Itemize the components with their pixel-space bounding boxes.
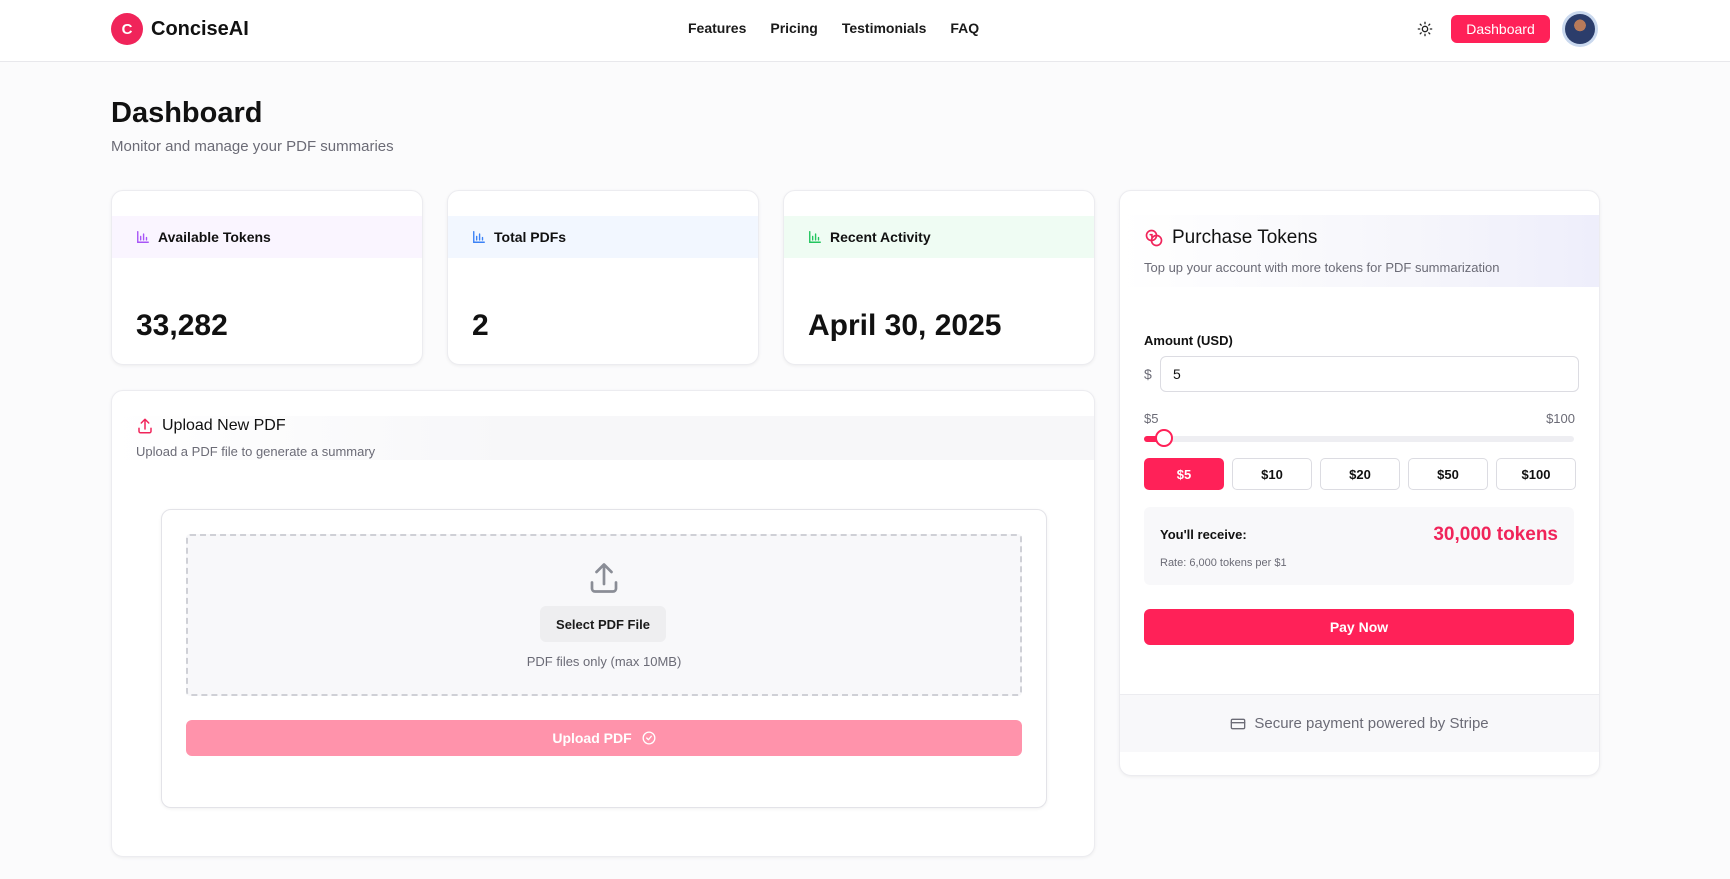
purchase-tokens-card: Purchase Tokens Top up your account with… (1119, 190, 1600, 776)
purchase-title-text: Purchase Tokens (1172, 227, 1318, 248)
coins-icon (1145, 229, 1163, 247)
payment-footer: Secure payment powered by Stripe (1120, 694, 1599, 752)
main-nav: Features Pricing Testimonials FAQ (688, 20, 979, 36)
stat-card-total-pdfs: Total PDFs 2 (447, 190, 759, 365)
preset-100-button[interactable]: $100 (1496, 458, 1576, 490)
logo[interactable]: C ConciseAI (111, 13, 249, 45)
nav-pricing[interactable]: Pricing (770, 20, 817, 36)
amount-slider-track[interactable] (1144, 436, 1574, 442)
preset-10-button[interactable]: $10 (1232, 458, 1312, 490)
page-title: Dashboard (111, 97, 263, 129)
upload-form: Select PDF File PDF files only (max 10MB… (161, 509, 1047, 808)
preset-50-button[interactable]: $50 (1408, 458, 1488, 490)
nav-testimonials[interactable]: Testimonials (842, 20, 927, 36)
amount-label: Amount (USD) (1144, 333, 1233, 348)
receive-summary: You'll receive: 30,000 tokens Rate: 6,00… (1144, 507, 1574, 585)
theme-toggle-button[interactable] (1414, 18, 1436, 40)
file-type-note: PDF files only (max 10MB) (526, 654, 682, 669)
avatar-image (1565, 14, 1595, 44)
upload-pdf-button[interactable]: Upload PDF (186, 720, 1022, 756)
stat-label: Available Tokens (158, 229, 271, 245)
stat-label: Recent Activity (830, 229, 931, 245)
stat-card-header: Available Tokens (112, 216, 422, 258)
stat-label: Total PDFs (494, 229, 567, 245)
avatar[interactable] (1562, 11, 1598, 47)
stat-card-recent-activity: Recent Activity April 30, 2025 (783, 190, 1095, 365)
stat-card-header: Total PDFs (448, 216, 758, 258)
credit-card-icon (1231, 718, 1246, 729)
range-min-label: $5 (1144, 411, 1159, 426)
page-subtitle: Monitor and manage your PDF summaries (111, 138, 394, 155)
preset-5-button[interactable]: $5 (1144, 458, 1224, 490)
nav-faq[interactable]: FAQ (950, 20, 979, 36)
amount-slider-thumb[interactable] (1155, 429, 1173, 447)
upload-icon (590, 563, 618, 593)
logo-mark: C (111, 13, 143, 45)
pdf-dropzone[interactable]: Select PDF File PDF files only (max 10MB… (186, 534, 1022, 696)
purchase-subtitle: Top up your account with more tokens for… (1144, 260, 1500, 275)
nav-features[interactable]: Features (688, 20, 746, 36)
dashboard-button[interactable]: Dashboard (1451, 15, 1550, 43)
token-rate: Rate: 6,000 tokens per $1 (1160, 557, 1287, 569)
currency-symbol: $ (1144, 366, 1152, 382)
purchase-header (1120, 215, 1599, 287)
receive-value: 30,000 tokens (1433, 524, 1558, 545)
stat-value: 2 (472, 309, 489, 342)
select-pdf-button[interactable]: Select PDF File (540, 606, 666, 642)
preset-amounts: $5 $10 $20 $50 $100 (1144, 458, 1576, 490)
range-max-label: $100 (1546, 411, 1575, 426)
preset-20-button[interactable]: $20 (1320, 458, 1400, 490)
receive-label: You'll receive: (1160, 527, 1247, 542)
bar-chart-icon (137, 231, 149, 243)
upload-icon (138, 418, 152, 434)
stat-card-available-tokens: Available Tokens 33,282 (111, 190, 423, 365)
sun-icon (1417, 21, 1433, 37)
stat-card-header: Recent Activity (784, 216, 1094, 258)
app-name: ConciseAI (151, 17, 249, 40)
stat-value: 33,282 (136, 309, 228, 342)
purchase-title: Purchase Tokens (1144, 227, 1317, 249)
pay-now-button[interactable]: Pay Now (1144, 609, 1574, 645)
upload-button-label: Upload PDF (552, 730, 632, 746)
stat-value: April 30, 2025 (808, 309, 1002, 342)
upload-title: Upload New PDF (136, 417, 286, 435)
stripe-note: Secure payment powered by Stripe (1254, 715, 1489, 732)
top-nav-bar: C ConciseAI Features Pricing Testimonial… (0, 0, 1730, 62)
bar-chart-icon (473, 231, 485, 243)
upload-subtitle: Upload a PDF file to generate a summary (136, 444, 376, 459)
check-circle-icon (642, 731, 656, 745)
bar-chart-icon (809, 231, 821, 243)
upload-title-text: Upload New PDF (162, 417, 286, 434)
upload-card: Upload New PDF Upload a PDF file to gene… (111, 390, 1095, 857)
amount-input[interactable] (1160, 356, 1579, 392)
